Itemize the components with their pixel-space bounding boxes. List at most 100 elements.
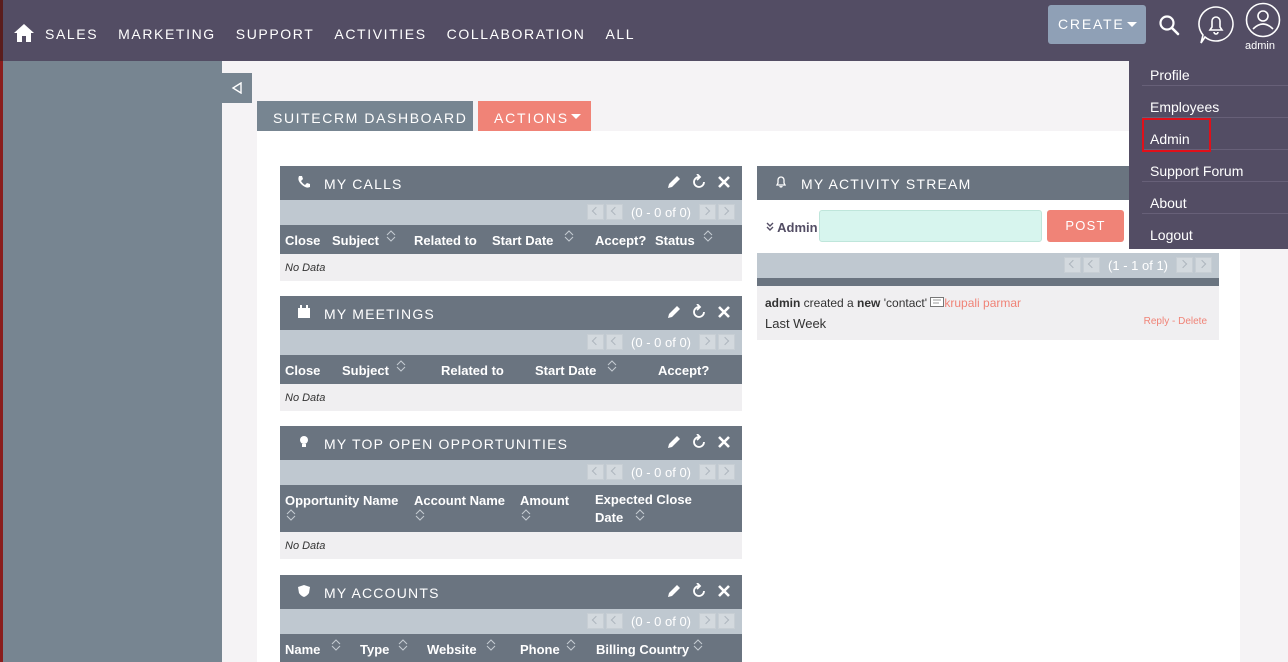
table-header: Close Subject Related to Start Date Acce…: [280, 225, 742, 254]
sort-icon[interactable]: [386, 230, 396, 242]
col-start-date[interactable]: Start Date: [535, 363, 596, 378]
table-header: Opportunity Name Account Name Amount Exp…: [280, 485, 742, 532]
last-page-button[interactable]: [718, 334, 735, 350]
next-page-button[interactable]: [699, 204, 716, 220]
sort-icon[interactable]: [564, 230, 574, 242]
last-page-button[interactable]: [718, 464, 735, 480]
first-page-button[interactable]: [587, 613, 605, 629]
edit-pencil-icon[interactable]: [666, 434, 682, 450]
col-amount[interactable]: Amount: [520, 493, 569, 508]
menu-item-support-forum[interactable]: Support Forum: [1142, 150, 1288, 182]
col-start-date[interactable]: Start Date: [492, 233, 553, 248]
col-type[interactable]: Type: [360, 642, 389, 657]
col-billing-country[interactable]: Billing Country: [596, 642, 689, 657]
col-opportunity-name[interactable]: Opportunity Name: [285, 493, 398, 508]
create-button[interactable]: CREATE: [1048, 5, 1146, 44]
close-icon[interactable]: [716, 583, 732, 599]
nav-activities[interactable]: ACTIVITIES: [334, 26, 426, 42]
col-accept[interactable]: Accept?: [595, 233, 646, 248]
col-website[interactable]: Website: [427, 642, 477, 657]
close-icon[interactable]: [716, 304, 732, 320]
sort-icon[interactable]: [415, 509, 425, 521]
sort-icon[interactable]: [635, 509, 645, 521]
refresh-icon[interactable]: [691, 174, 707, 190]
nav-all[interactable]: ALL: [605, 26, 635, 42]
user-avatar-icon[interactable]: [1245, 2, 1281, 38]
first-page-button[interactable]: [587, 204, 605, 220]
edit-pencil-icon[interactable]: [666, 174, 682, 190]
menu-item-about[interactable]: About: [1142, 182, 1288, 214]
col-related-to[interactable]: Related to: [441, 363, 504, 378]
col-name[interactable]: Name: [285, 642, 320, 657]
home-icon[interactable]: [13, 22, 35, 44]
last-page-button[interactable]: [718, 204, 735, 220]
search-icon[interactable]: [1158, 14, 1180, 36]
col-accept[interactable]: Accept?: [658, 363, 709, 378]
menu-item-profile[interactable]: Profile: [1142, 54, 1288, 86]
sort-icon[interactable]: [521, 509, 531, 521]
sort-icon[interactable]: [693, 639, 703, 651]
menu-item-employees[interactable]: Employees: [1142, 86, 1288, 118]
next-page-button[interactable]: [699, 464, 716, 480]
sort-icon[interactable]: [607, 360, 617, 372]
sort-icon[interactable]: [398, 639, 408, 651]
col-expected-close-date[interactable]: Expected Close Date: [595, 491, 705, 527]
col-account-name[interactable]: Account Name: [414, 493, 505, 508]
nav-collaboration[interactable]: COLLABORATION: [447, 26, 586, 42]
page-count: (0 - 0 of 0): [631, 334, 691, 350]
actions-dropdown-button[interactable]: ACTIONS: [478, 101, 591, 131]
entry-new: new: [857, 296, 881, 310]
edit-pencil-icon[interactable]: [666, 304, 682, 320]
prev-page-button[interactable]: [1083, 257, 1101, 273]
sort-icon[interactable]: [396, 360, 406, 372]
post-button[interactable]: POST: [1047, 210, 1124, 242]
entry-actor[interactable]: admin: [765, 296, 800, 310]
col-status[interactable]: Status: [655, 233, 695, 248]
first-page-button[interactable]: [587, 464, 605, 480]
sort-icon[interactable]: [286, 509, 296, 521]
refresh-icon[interactable]: [691, 304, 707, 320]
sort-icon[interactable]: [331, 639, 341, 651]
menu-item-logout[interactable]: Logout: [1142, 214, 1288, 246]
prev-page-button[interactable]: [606, 334, 624, 350]
actions-label: ACTIONS: [494, 110, 569, 126]
notifications-bell-icon[interactable]: [1197, 5, 1235, 45]
close-icon[interactable]: [716, 174, 732, 190]
first-page-button[interactable]: [587, 334, 605, 350]
refresh-icon[interactable]: [691, 583, 707, 599]
next-page-button[interactable]: [699, 334, 716, 350]
delete-link[interactable]: Delete: [1178, 316, 1207, 327]
close-icon[interactable]: [716, 434, 732, 450]
first-page-button[interactable]: [1064, 257, 1082, 273]
sidebar-collapse-button[interactable]: [222, 73, 252, 103]
stream-user-toggle[interactable]: Admin: [766, 220, 818, 235]
menu-label: Profile: [1150, 67, 1190, 83]
col-subject[interactable]: Subject: [342, 363, 389, 378]
empty-state: No Data: [285, 262, 326, 274]
col-related-to[interactable]: Related to: [414, 233, 477, 248]
post-input[interactable]: [819, 210, 1042, 242]
col-phone[interactable]: Phone: [520, 642, 560, 657]
sort-icon[interactable]: [703, 230, 713, 242]
sort-icon[interactable]: [486, 639, 496, 651]
nav-sales[interactable]: SALES: [45, 26, 98, 42]
next-page-button[interactable]: [1176, 257, 1193, 273]
col-close[interactable]: Close: [285, 233, 320, 248]
col-subject[interactable]: Subject: [332, 233, 379, 248]
prev-page-button[interactable]: [606, 204, 624, 220]
next-page-button[interactable]: [699, 613, 716, 629]
col-close[interactable]: Close: [285, 363, 320, 378]
prev-page-button[interactable]: [606, 613, 624, 629]
prev-page-button[interactable]: [606, 464, 624, 480]
edit-pencil-icon[interactable]: [666, 583, 682, 599]
last-page-button[interactable]: [1195, 257, 1212, 273]
nav-marketing[interactable]: MARKETING: [118, 26, 216, 42]
sort-icon[interactable]: [566, 639, 576, 651]
last-page-button[interactable]: [718, 613, 735, 629]
entry-target-link[interactable]: krupali parmar: [944, 296, 1021, 310]
dashlet-header: MY CALLS: [280, 166, 742, 200]
reply-link[interactable]: Reply: [1144, 316, 1170, 327]
nav-support[interactable]: SUPPORT: [236, 26, 315, 42]
tab-suitecrm-dashboard[interactable]: SUITECRM DASHBOARD: [257, 101, 473, 131]
refresh-icon[interactable]: [691, 434, 707, 450]
